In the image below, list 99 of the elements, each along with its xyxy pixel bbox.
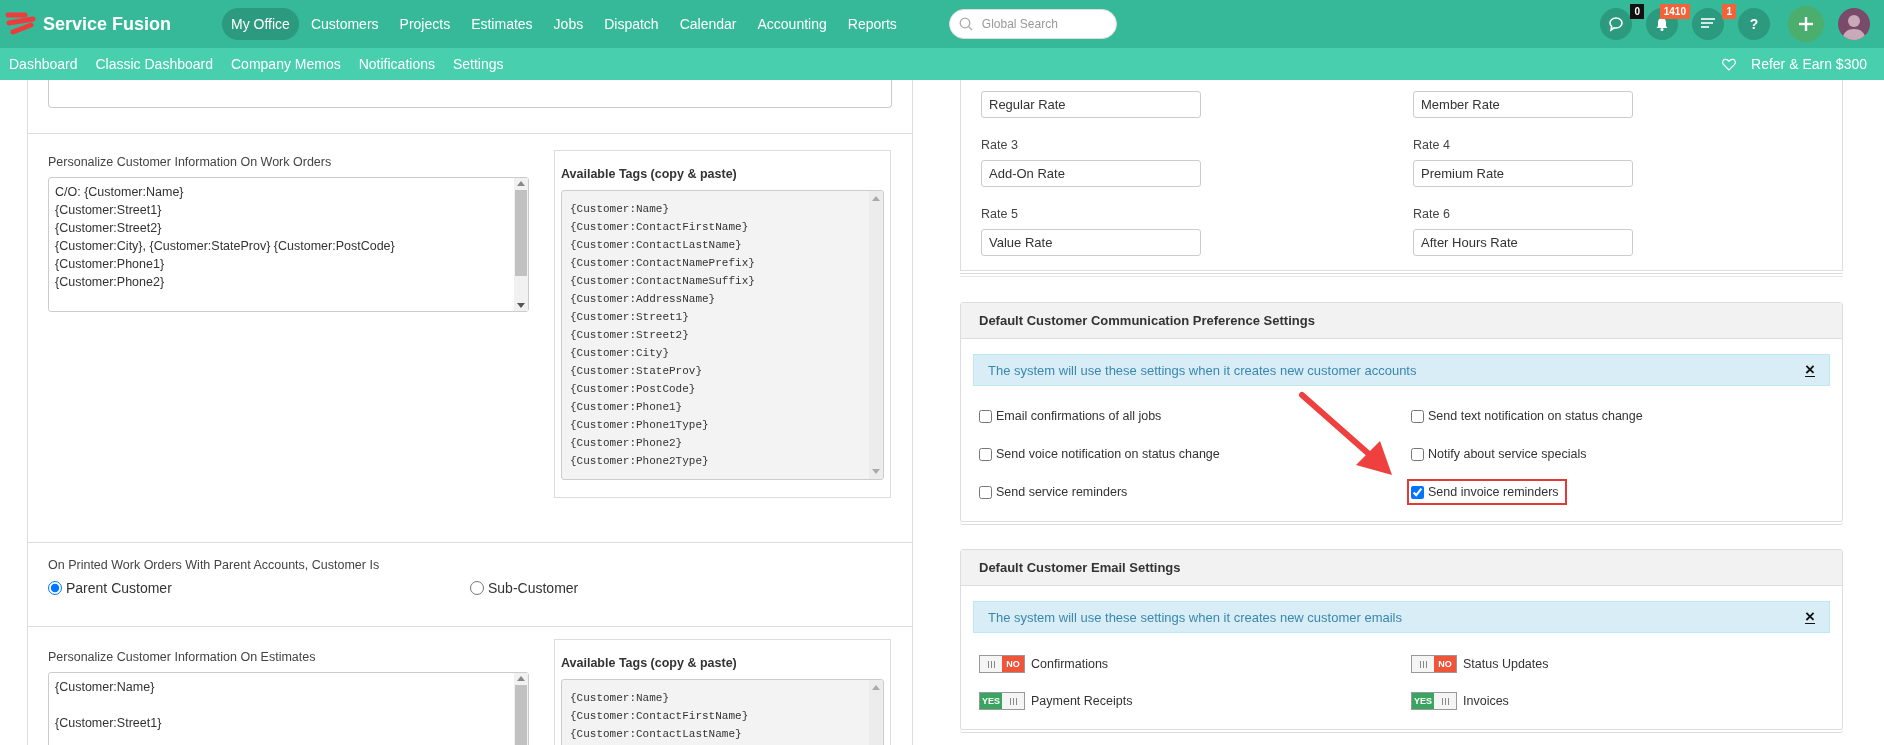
toggle-switch[interactable]: YES	[1411, 691, 1457, 710]
nav-tab[interactable]: Dispatch	[595, 8, 668, 40]
search-field[interactable]: Global Search	[948, 9, 1117, 39]
card-title: Default Customer Email Settings	[961, 550, 1842, 586]
tag-text: {Customer:StateProv}	[570, 364, 704, 379]
checkbox[interactable]	[1411, 447, 1424, 461]
toggle-label: Payment Receipts	[1031, 693, 1133, 708]
checkbox[interactable]	[1411, 409, 1424, 423]
tag-text: {Customer:Phone2Type}	[570, 454, 710, 469]
field-label: Rate 6	[1413, 207, 1451, 222]
radio-button[interactable]	[470, 581, 484, 595]
chat-icon	[1608, 16, 1624, 32]
tag-text: {Customer:Phone1Type}	[570, 418, 710, 433]
tag-text: {Customer:Street1}	[570, 310, 690, 325]
tag-text: {Customer:PostCode}	[570, 382, 697, 397]
text-area[interactable]: {Customer:Name} {Customer:Street1}	[48, 672, 529, 745]
subnav-link[interactable]: Settings	[443, 56, 513, 72]
checkbox-label[interactable]: Send text notification on status change	[1428, 409, 1643, 423]
tag-text: {Customer:ContactLastName}	[570, 727, 743, 742]
logo-icon	[5, 11, 37, 37]
toggle-switch[interactable]: NO	[1411, 654, 1457, 673]
tag-text: {Customer:ContactFirstName}	[570, 709, 750, 724]
card-title: Default Customer Communication Preference Settings	[961, 303, 1842, 339]
input-field[interactable]: Member Rate	[1413, 91, 1633, 118]
radio-label[interactable]: Parent Customer	[66, 580, 172, 596]
field-label: Rate 3	[981, 138, 1019, 153]
tag-text: {Customer:Name}	[570, 691, 671, 706]
tag-text: {Customer:Name}	[570, 202, 671, 217]
help-button[interactable]: ?	[1738, 8, 1770, 40]
panel-title: Available Tags (copy & paste)	[561, 656, 738, 670]
nav-tab[interactable]: Projects	[390, 8, 460, 40]
tag-text: {Customer:ContactFirstName}	[570, 220, 750, 235]
nav-tab[interactable]: Jobs	[544, 8, 593, 40]
tag-text: {Customer:City}	[570, 346, 671, 361]
nav-tab[interactable]: My Office	[222, 8, 299, 40]
alert-text: The system will use these settings when it creates new customer accounts	[988, 362, 1417, 378]
tasks-button[interactable]	[1692, 8, 1724, 40]
toggle-label: Invoices	[1463, 693, 1509, 708]
scrollbar[interactable]	[514, 178, 528, 311]
alert-text: The system will use these settings when it creates new customer emails	[988, 609, 1402, 625]
input-field[interactable]: Value Rate	[981, 229, 1201, 256]
nav-tab[interactable]: Accounting	[748, 8, 836, 40]
checkbox-label[interactable]: Email confirmations of all jobs	[996, 409, 1162, 423]
search-icon	[958, 17, 973, 31]
checkbox[interactable]	[979, 485, 992, 499]
field-label: Rate 4	[1413, 138, 1451, 153]
field-label: Personalize Customer Information On Work Orders	[48, 155, 333, 171]
checkbox-label[interactable]: Notify about service specials	[1428, 447, 1587, 461]
toggle-label: Confirmations	[1031, 656, 1109, 671]
tag-text: {Customer:Phone1}	[570, 400, 684, 415]
subnav-link[interactable]: Notifications	[349, 56, 444, 72]
input-field[interactable]: Regular Rate	[981, 91, 1201, 118]
tag-text: {Customer:ContactNameSuffix}	[570, 274, 756, 289]
avatar[interactable]	[1838, 8, 1870, 40]
input-field[interactable]: Premium Rate	[1413, 160, 1633, 187]
checkbox[interactable]	[979, 409, 992, 423]
tag-text: {Customer:AddressName}	[570, 292, 717, 307]
count-badge: 1	[1722, 4, 1736, 19]
checkbox-label[interactable]: Send service reminders	[996, 485, 1128, 499]
radio-label[interactable]: Sub-Customer	[488, 580, 579, 596]
field-label: On Printed Work Orders With Parent Accounts, Customer Is	[48, 558, 381, 574]
field-label: Rate 5	[981, 207, 1019, 222]
subnav-link[interactable]: Classic Dashboard	[86, 56, 222, 72]
text-area[interactable]: C/O: {Customer:Name} {Customer:Street1} {Customer:Street2} {Customer:City}, {Customer:StateProv} {Customer:PostCode} {Customer:Phone1} {Customer:Phone2}	[48, 177, 529, 312]
app-name: Service Fusion	[43, 13, 172, 35]
subnav-link[interactable]: Dashboard	[0, 56, 87, 72]
subnav-link[interactable]: Company Memos	[222, 56, 350, 72]
scrollbar[interactable]	[869, 191, 883, 479]
tag-text: {Customer:ContactNamePrefix}	[570, 256, 756, 271]
close-button[interactable]: ×	[1805, 607, 1815, 627]
tag-text: {Customer:Phone2}	[570, 436, 684, 451]
checkbox[interactable]	[979, 447, 992, 461]
toggle-switch[interactable]: YES	[979, 691, 1025, 710]
input-field[interactable]: After Hours Rate	[1413, 229, 1633, 256]
tag-text: {Customer:Street2}	[570, 328, 690, 343]
nav-tab[interactable]: Calendar	[670, 8, 746, 40]
plus-icon	[1798, 16, 1814, 32]
input-field[interactable]: Add-On Rate	[981, 160, 1201, 187]
tag-text: {Customer:ContactLastName}	[570, 238, 743, 253]
bell-icon	[1654, 16, 1670, 32]
nav-tab[interactable]: Estimates	[462, 8, 542, 40]
checkbox-label[interactable]: Send voice notification on status change	[996, 447, 1220, 461]
field-label: Personalize Customer Information On Estimates	[48, 650, 317, 666]
checkbox-label[interactable]: Send invoice reminders	[1428, 485, 1559, 499]
radio-button[interactable]	[48, 581, 62, 595]
toggle-label: Status Updates	[1463, 656, 1549, 671]
toggle-switch[interactable]: NO	[979, 654, 1025, 673]
count-badge: 0	[1630, 4, 1644, 19]
list-icon	[1700, 17, 1716, 31]
count-badge: 1410	[1659, 4, 1690, 19]
heart-icon	[1722, 57, 1737, 71]
refer-link[interactable]: Refer & Earn $300	[1742, 56, 1876, 72]
panel-title: Available Tags (copy & paste)	[561, 167, 738, 181]
nav-tab[interactable]: Customers	[301, 8, 388, 40]
close-button[interactable]: ×	[1805, 360, 1815, 380]
chat-button[interactable]	[1600, 8, 1632, 40]
add-button[interactable]	[1788, 6, 1824, 42]
checkbox[interactable]	[1411, 485, 1424, 499]
nav-tab[interactable]: Reports	[838, 8, 906, 40]
